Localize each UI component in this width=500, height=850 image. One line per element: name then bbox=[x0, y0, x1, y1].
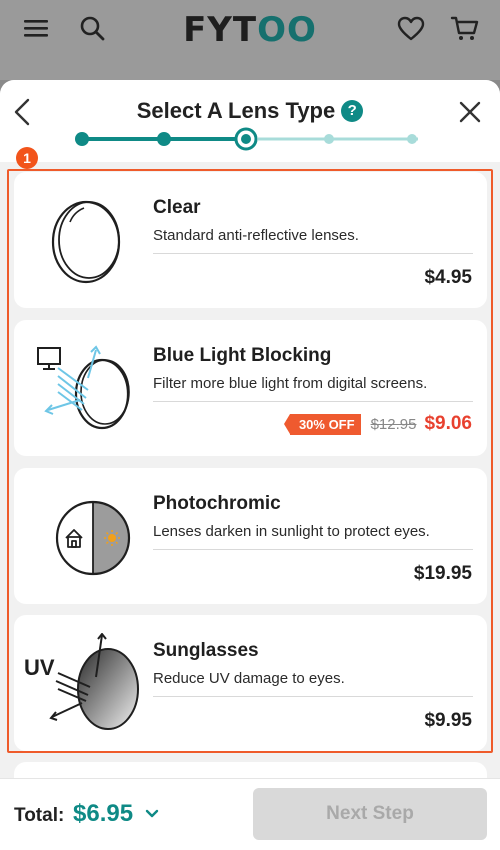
sheet-header: Select A Lens Type? bbox=[0, 80, 500, 162]
uv-label: UV bbox=[24, 655, 55, 680]
divider bbox=[153, 401, 473, 402]
lens-type-sheet: Select A Lens Type? Clear Standard anti-… bbox=[0, 80, 500, 850]
lens-option-sunglasses[interactable]: UV Sunglasses Reduce UV damage to eyes. … bbox=[14, 615, 487, 751]
step-dot-4 bbox=[324, 134, 334, 144]
total-label: Total: bbox=[14, 805, 65, 826]
lens-option-name: Sunglasses bbox=[153, 640, 259, 661]
heart-icon[interactable] bbox=[396, 14, 426, 44]
lens-option-price: $9.95 bbox=[424, 710, 472, 731]
logo-prefix: FYT bbox=[183, 10, 258, 50]
home-icon bbox=[65, 529, 83, 548]
divider bbox=[153, 549, 473, 550]
sunglasses-lens-icon: UV bbox=[24, 633, 139, 730]
next-step-button[interactable]: Next Step bbox=[253, 788, 487, 840]
photochromic-lens-icon bbox=[55, 500, 131, 576]
lens-option-blue-light[interactable]: Blue Light Blocking Filter more blue lig… bbox=[14, 320, 487, 456]
lens-option-description: Reduce UV damage to eyes. bbox=[153, 670, 345, 687]
blue-light-lens-icon bbox=[37, 345, 130, 430]
step-dot-2 bbox=[157, 132, 171, 146]
total-value[interactable]: $6.95 bbox=[73, 800, 133, 828]
lens-option-price: $19.95 bbox=[413, 563, 472, 584]
clear-lens-icon bbox=[51, 200, 121, 284]
lens-option-pricing: 30% OFF $12.95 $9.06 bbox=[283, 413, 472, 435]
lens-option-description: Standard anti-reflective lenses. bbox=[153, 227, 359, 244]
sheet-title-text: Select A Lens Type bbox=[136, 98, 336, 124]
divider bbox=[153, 253, 473, 254]
lens-option-price: $4.95 bbox=[424, 267, 472, 288]
annotation-badge: 1 bbox=[16, 147, 38, 169]
chevron-down-icon[interactable] bbox=[144, 807, 160, 821]
checkout-footer: Total: $6.95 Next Step bbox=[0, 778, 500, 850]
sale-price: $9.06 bbox=[424, 413, 472, 434]
progress-stepper bbox=[75, 127, 418, 151]
divider bbox=[153, 696, 473, 697]
discount-badge: 30% OFF bbox=[283, 413, 361, 435]
lens-option-description: Lenses darken in sunlight to protect eye… bbox=[153, 523, 430, 540]
close-button[interactable] bbox=[456, 98, 484, 126]
cart-icon[interactable] bbox=[450, 14, 480, 44]
lens-option-name: Photochromic bbox=[153, 493, 281, 514]
help-icon[interactable]: ? bbox=[341, 100, 364, 123]
logo-suffix: OO bbox=[257, 10, 317, 50]
sheet-title: Select A Lens Type? bbox=[0, 97, 500, 124]
original-price: $12.95 bbox=[370, 415, 417, 433]
lens-option-photochromic[interactable]: Photochromic Lenses darken in sunlight t… bbox=[14, 468, 487, 604]
lens-option-clear[interactable]: Clear Standard anti-reflective lenses. $… bbox=[14, 172, 487, 308]
lens-option-name: Blue Light Blocking bbox=[153, 345, 332, 366]
step-dot-5 bbox=[407, 134, 417, 144]
lens-option-description: Filter more blue light from digital scre… bbox=[153, 375, 428, 392]
step-dot-1 bbox=[75, 132, 89, 146]
app-header: FYTOO bbox=[0, 0, 500, 80]
lens-option-name: Clear bbox=[153, 197, 201, 218]
